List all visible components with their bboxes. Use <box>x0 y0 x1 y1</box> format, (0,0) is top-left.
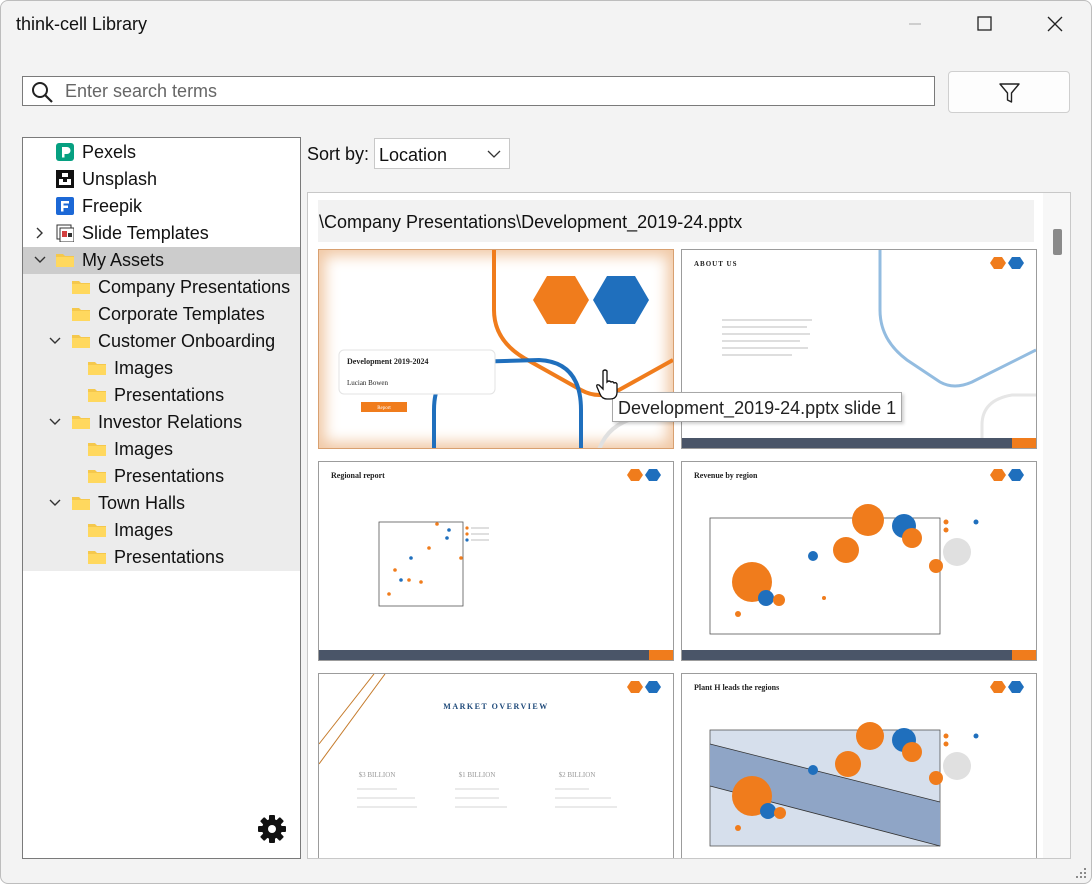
tree-item-town-halls-presentations[interactable]: Presentations <box>23 544 300 571</box>
maximize-button[interactable] <box>949 1 1019 47</box>
tree-item-customer-onboarding-images[interactable]: Images <box>23 355 300 382</box>
slide-4-title: Revenue by region <box>694 471 758 480</box>
close-button[interactable] <box>1019 1 1089 47</box>
resize-grip-icon[interactable] <box>1075 867 1087 879</box>
maximize-icon <box>977 16 992 31</box>
slide-6-title: Plant H leads the regions <box>694 683 779 692</box>
tree-item-slide-templates[interactable]: Slide Templates <box>23 220 300 247</box>
chevron-down-icon[interactable] <box>33 253 47 267</box>
slide-thumbnail-6[interactable]: Plant H leads the regions <box>681 673 1037 858</box>
file-path-header: \Company Presentations\Development_2019-… <box>318 200 1034 242</box>
folder-icon <box>72 308 90 321</box>
freepik-icon <box>56 197 74 215</box>
hand-cursor-icon <box>596 369 618 400</box>
tree-item-customer-onboarding-presentations[interactable]: Presentations <box>23 382 300 409</box>
tree-item-investor-relations-images[interactable]: Images <box>23 436 300 463</box>
scrollbar-thumb[interactable] <box>1053 229 1062 255</box>
sort-select[interactable]: Location <box>374 138 510 169</box>
window-title: think-cell Library <box>16 14 148 34</box>
chevron-down-icon <box>487 150 501 158</box>
folder-icon <box>88 362 106 375</box>
pexels-icon <box>56 143 74 161</box>
chevron-down-icon[interactable] <box>48 496 62 510</box>
tree-item-freepik[interactable]: Freepik <box>23 193 300 220</box>
tree-item-town-halls[interactable]: Town Halls <box>23 490 300 517</box>
slide-thumbnail-4[interactable]: Revenue by region <box>681 461 1037 661</box>
source-tree: Pexels Unsplash Freepik Slide Templates … <box>22 137 301 859</box>
slide-templates-icon <box>56 224 74 242</box>
tree-item-unsplash[interactable]: Unsplash <box>23 166 300 193</box>
tree-item-investor-relations-presentations[interactable]: Presentations <box>23 463 300 490</box>
slide-1-author: Lucian Bowen <box>347 379 389 387</box>
tree-item-town-halls-images[interactable]: Images <box>23 517 300 544</box>
folder-icon <box>72 497 90 510</box>
close-icon <box>1047 16 1063 32</box>
slide-3-title: Regional report <box>331 471 385 480</box>
file-path: \Company Presentations\Development_2019-… <box>319 212 743 232</box>
slide-2-title: ABOUT US <box>694 260 737 268</box>
library-window: think-cell Library Pexels Unsplash Freep… <box>0 0 1092 884</box>
slide-5-figure-1: $3 BILLION <box>359 771 396 779</box>
tree-item-pexels[interactable]: Pexels <box>23 139 300 166</box>
folder-icon <box>56 254 74 267</box>
slide-5-figure-3: $2 BILLION <box>559 771 596 779</box>
folder-icon <box>72 416 90 429</box>
chevron-right-icon[interactable] <box>33 226 47 240</box>
chevron-down-icon[interactable] <box>48 415 62 429</box>
filter-icon <box>999 83 1020 103</box>
folder-icon <box>88 443 106 456</box>
folder-icon <box>72 281 90 294</box>
folder-icon <box>88 551 106 564</box>
title-bar: think-cell Library <box>1 1 1091 47</box>
folder-icon <box>88 470 106 483</box>
vertical-scrollbar[interactable] <box>1043 193 1070 858</box>
folder-icon <box>88 389 106 402</box>
slide-tooltip: Development_2019-24.pptx slide 1 <box>612 392 902 422</box>
search-icon <box>32 82 53 103</box>
slides-panel: \Company Presentations\Development_2019-… <box>307 192 1071 859</box>
slide-thumbnail-3[interactable]: Regional report <box>318 461 674 661</box>
filter-button[interactable] <box>948 71 1070 113</box>
chevron-down-icon[interactable] <box>48 334 62 348</box>
tooltip-text: Development_2019-24.pptx slide 1 <box>618 398 897 418</box>
tree-item-company-presentations[interactable]: Company Presentations <box>23 274 300 301</box>
slide-thumbnail-5[interactable]: MARKET OVERVIEW $3 BILLION $1 BILLION $2… <box>318 673 674 858</box>
settings-gear-icon[interactable] <box>257 814 287 844</box>
sort-selected-value: Location <box>379 145 448 165</box>
tree-item-investor-relations[interactable]: Investor Relations <box>23 409 300 436</box>
folder-icon <box>88 524 106 537</box>
search-box <box>22 76 935 106</box>
slide-1-button: Report <box>377 406 391 411</box>
search-input[interactable] <box>65 80 925 102</box>
minimize-button[interactable] <box>879 1 949 47</box>
tree-item-my-assets[interactable]: My Assets <box>23 247 300 274</box>
sort-label: Sort by: <box>307 144 370 164</box>
slide-1-title: Development 2019-2024 <box>347 357 429 366</box>
unsplash-icon <box>56 170 74 188</box>
folder-icon <box>72 335 90 348</box>
slide-5-title: MARKET OVERVIEW <box>443 702 548 711</box>
tree-item-corporate-templates[interactable]: Corporate Templates <box>23 301 300 328</box>
tree-item-customer-onboarding[interactable]: Customer Onboarding <box>23 328 300 355</box>
slide-5-figure-2: $1 BILLION <box>459 771 496 779</box>
minimize-icon <box>909 23 921 25</box>
